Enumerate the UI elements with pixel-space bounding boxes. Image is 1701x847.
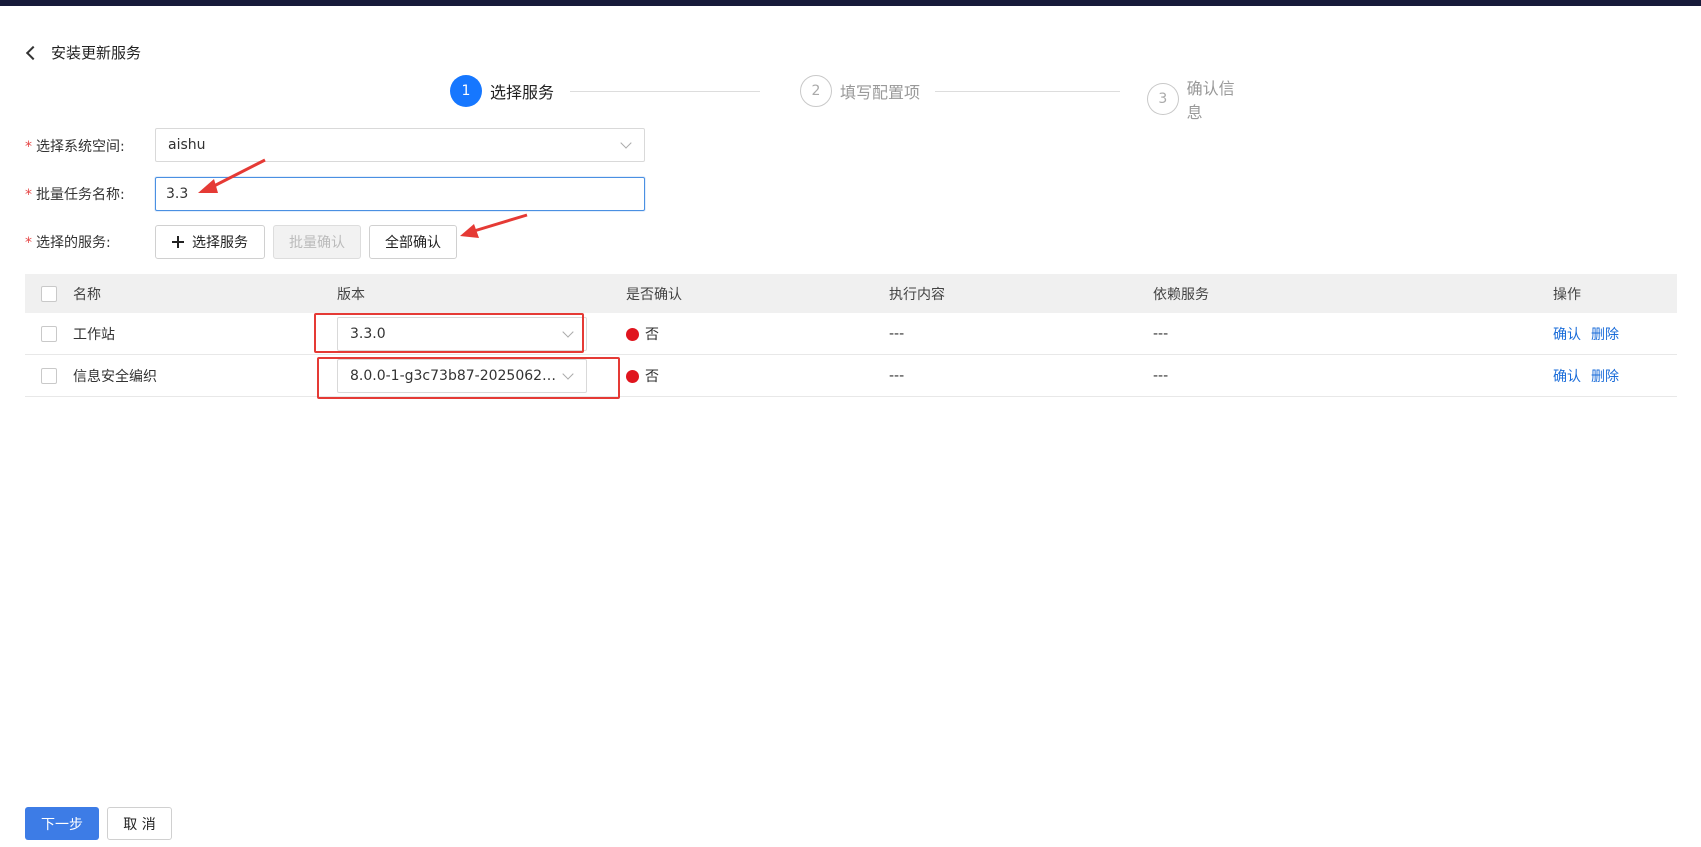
confirm-link[interactable]: 确认 (1553, 369, 1581, 385)
task-label: * 批量任务名称: (25, 184, 155, 204)
header-actions: 操作 (1553, 286, 1581, 303)
services-label: * 选择的服务: (25, 232, 155, 252)
step-2-label: 填写配置项 (840, 83, 921, 102)
back-chevron-icon[interactable] (25, 46, 39, 60)
confirm-all-label: 全部确认 (385, 235, 441, 251)
arrow-icon (460, 213, 528, 238)
status-dot-icon (626, 328, 639, 341)
highlight-box (314, 313, 584, 353)
row-actions: 确认 删除 (1553, 366, 1629, 386)
confirmed-text: 否 (645, 326, 659, 343)
step-connector (570, 91, 760, 92)
step-1-label: 选择服务 (490, 83, 555, 102)
step-2-number: 2 (800, 75, 832, 107)
cancel-button[interactable]: 取 消 (107, 807, 172, 840)
table-row: 信息安全编织 8.0.0-1-g3c73b87-20250626174... 否… (25, 355, 1677, 397)
step-connector (935, 91, 1120, 92)
highlight-box (317, 357, 620, 399)
services-table: 名称 版本 是否确认 执行内容 依赖服务 操作 工作站 3.3.0 否 --- … (25, 274, 1677, 397)
space-select-value: aishu (168, 137, 206, 153)
header-version: 版本 (337, 286, 365, 303)
header-content: 执行内容 (889, 286, 945, 303)
step-3: 3 确认信息 (1147, 75, 1250, 123)
header-confirmed: 是否确认 (626, 286, 682, 303)
row-deps: --- (1153, 325, 1169, 342)
row-content: --- (889, 367, 905, 384)
row-actions: 确认 删除 (1553, 324, 1629, 344)
row-content: --- (889, 325, 905, 342)
status-dot-icon (626, 370, 639, 383)
space-label-text: 选择系统空间: (36, 139, 125, 155)
select-service-label: 选择服务 (192, 235, 248, 251)
services-row: * 选择的服务: (25, 232, 155, 252)
page-header[interactable]: 安装更新服务 (25, 42, 141, 63)
row-checkbox[interactable] (41, 367, 57, 384)
plus-icon (172, 236, 184, 248)
confirmed-status: 否 (626, 366, 659, 386)
step-3-label: 确认信息 (1186, 79, 1235, 122)
step-2: 2 填写配置项 (800, 75, 920, 107)
table-row: 工作站 3.3.0 否 --- --- 确认 删除 (25, 313, 1677, 355)
batch-confirm-label: 批量确认 (289, 235, 345, 251)
next-button[interactable]: 下一步 (25, 807, 99, 840)
confirmed-status: 否 (626, 324, 659, 344)
stepper: 1 选择服务 2 填写配置项 3 确认信息 (450, 75, 1250, 122)
step-3-number: 3 (1147, 83, 1179, 115)
required-mark: * (25, 235, 32, 251)
confirmed-text: 否 (645, 368, 659, 385)
row-name: 信息安全编织 (73, 368, 157, 385)
delete-link[interactable]: 删除 (1591, 327, 1619, 343)
step-1-number: 1 (450, 75, 482, 107)
step-1: 1 选择服务 (450, 75, 554, 107)
space-row: * 选择系统空间: (25, 136, 155, 156)
space-select[interactable]: aishu (155, 128, 645, 162)
select-all-checkbox[interactable] (41, 285, 57, 302)
row-name: 工作站 (73, 326, 115, 343)
space-label: * 选择系统空间: (25, 136, 155, 156)
task-label-text: 批量任务名称: (36, 187, 125, 203)
confirm-link[interactable]: 确认 (1553, 327, 1581, 343)
row-checkbox[interactable] (41, 325, 57, 342)
row-deps: --- (1153, 367, 1169, 384)
batch-confirm-button[interactable]: 批量确认 (273, 225, 361, 259)
task-row: * 批量任务名称: (25, 184, 155, 204)
top-bar (0, 0, 1701, 6)
table-header: 名称 版本 是否确认 执行内容 依赖服务 操作 (25, 274, 1677, 313)
header-name: 名称 (73, 286, 101, 303)
delete-link[interactable]: 删除 (1591, 369, 1619, 385)
select-service-button[interactable]: 选择服务 (155, 225, 265, 259)
chevron-down-icon (620, 137, 632, 149)
page-title: 安装更新服务 (51, 44, 142, 62)
confirm-all-button[interactable]: 全部确认 (369, 225, 457, 259)
task-name-value: 3.3 (166, 186, 189, 202)
header-deps: 依赖服务 (1153, 286, 1209, 303)
task-name-input[interactable]: 3.3 (155, 177, 645, 211)
required-mark: * (25, 187, 32, 203)
services-label-text: 选择的服务: (36, 235, 111, 251)
required-mark: * (25, 139, 32, 155)
